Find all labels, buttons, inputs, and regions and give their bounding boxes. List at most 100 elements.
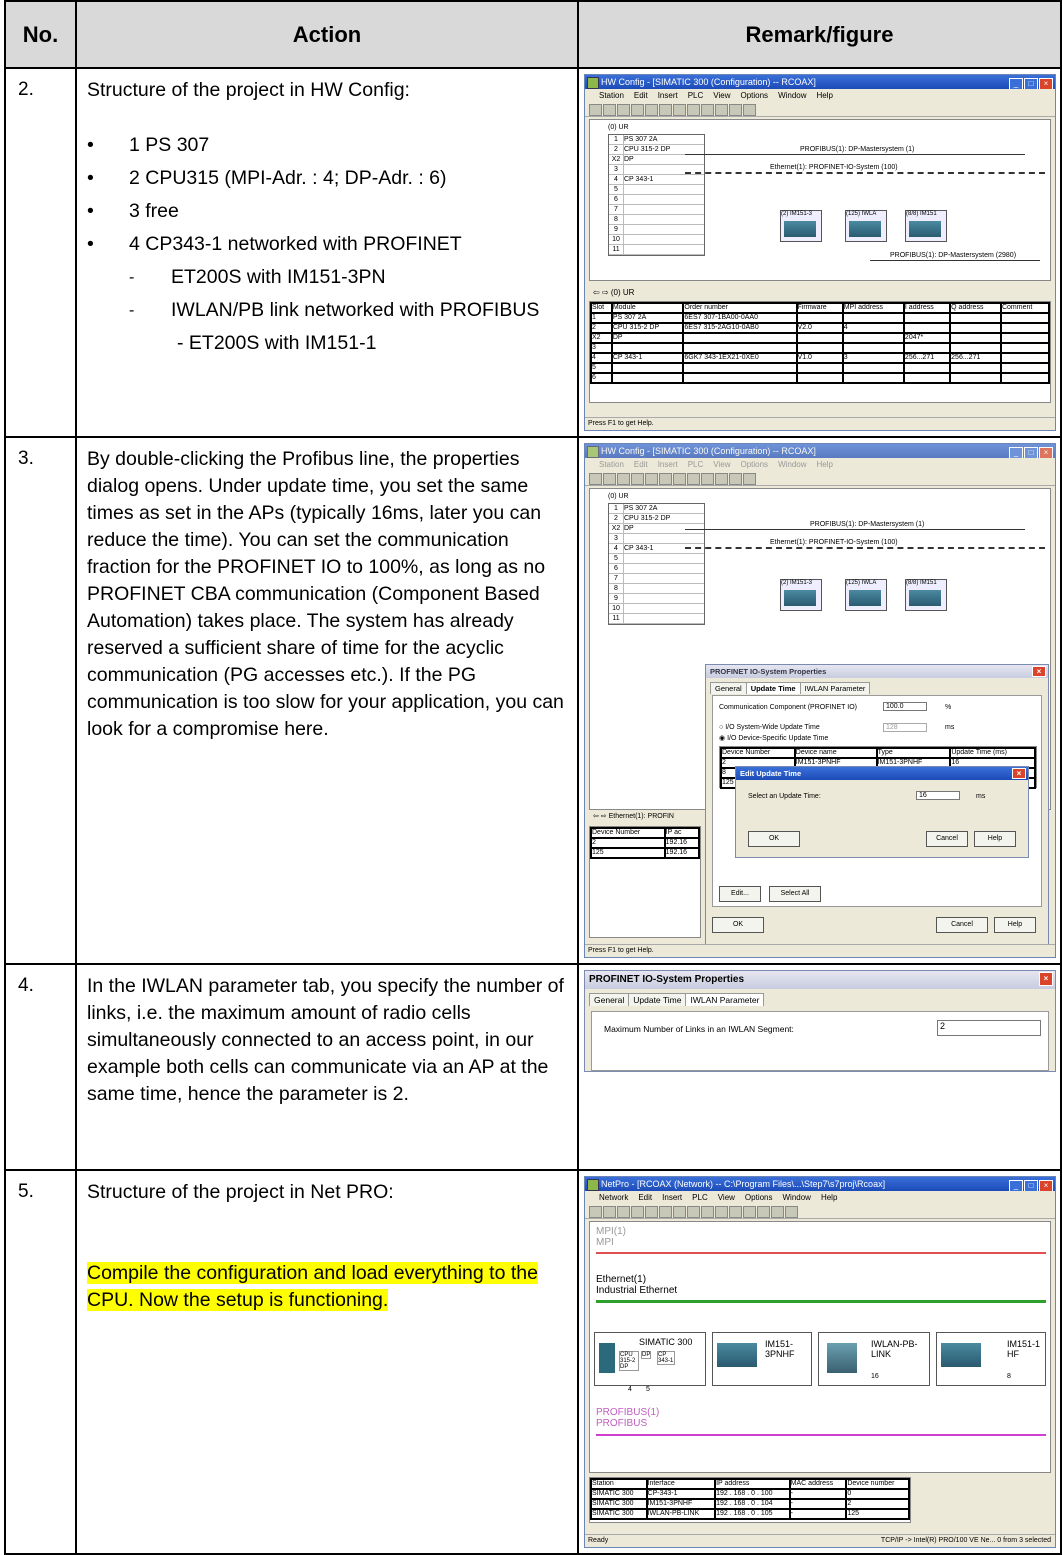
table-row[interactable]: 2 CPU 315-2 DP 6ES7 315-2AG10-0AB0 V2.0 4: [590, 322, 1051, 334]
toolbar-button[interactable]: [631, 1206, 644, 1218]
cancel-button[interactable]: Cancel: [936, 917, 988, 933]
table-row[interactable]: SIMATIC 300 CP-343-1 192 . 168 . 0 . 100-0: [590, 1488, 910, 1500]
toolbar-button[interactable]: [673, 1206, 686, 1218]
toolbar-button[interactable]: [701, 104, 714, 116]
toolbar-button[interactable]: [589, 104, 602, 116]
device-icon[interactable]: (8/8) IM151: [905, 579, 947, 611]
rack-slot[interactable]: 7: [609, 574, 704, 584]
help-button[interactable]: Help: [974, 831, 1016, 847]
device-icon[interactable]: (125) IWLA: [845, 579, 887, 611]
rack-slot[interactable]: 11: [609, 614, 704, 624]
profibus-line[interactable]: [596, 1434, 1046, 1436]
rack-slot[interactable]: 6: [609, 195, 704, 205]
menu-item[interactable]: Edit: [638, 1193, 652, 1202]
toolbar-button[interactable]: [617, 104, 630, 116]
close-icon[interactable]: ×: [1039, 447, 1053, 458]
device-icon[interactable]: (2) IM151-3: [780, 579, 822, 611]
radio-device-specific[interactable]: ◉ I/O Device-Specific Update Time: [719, 734, 828, 742]
menu-item[interactable]: Edit: [634, 460, 648, 469]
rack-slot[interactable]: 9: [609, 225, 704, 235]
radio-system-wide[interactable]: ○ I/O System-Wide Update Time: [719, 724, 820, 731]
table-row[interactable]: 4 CP 343-1 6GK7 343-1EX21-0XE0 V1.0 3 256...2…: [590, 352, 1051, 364]
ok-button[interactable]: OK: [712, 917, 764, 933]
toolbar-button[interactable]: [617, 1206, 630, 1218]
table-row[interactable]: 2 192.16: [590, 837, 701, 849]
toolbar-button[interactable]: [673, 473, 686, 485]
menu-item[interactable]: Help: [817, 91, 833, 100]
menu-item[interactable]: Options: [740, 460, 768, 469]
toolbar-button[interactable]: [631, 473, 644, 485]
tab-general[interactable]: General: [589, 993, 630, 1006]
ethernet-line[interactable]: [685, 547, 1045, 549]
rack-slot[interactable]: 10: [609, 235, 704, 245]
nav-arrows[interactable]: ⇦ ⇨ Ethernet(1): PROFIN: [593, 812, 674, 820]
minimize-icon[interactable]: _: [1009, 1180, 1023, 1191]
rack-slot[interactable]: 1 PS 307 2A: [609, 135, 704, 145]
tab-iwlan[interactable]: IWLAN Parameter: [799, 682, 871, 694]
toolbar-button[interactable]: [589, 1206, 602, 1218]
menu-item[interactable]: Help: [817, 460, 833, 469]
maximize-icon[interactable]: □: [1024, 1180, 1038, 1191]
toolbar-button[interactable]: [785, 1206, 798, 1218]
toolbar-button[interactable]: [715, 104, 728, 116]
select-all-button[interactable]: Select All: [769, 886, 821, 902]
menu-item[interactable]: Window: [778, 91, 806, 100]
tab-update-time[interactable]: Update Time: [745, 682, 801, 694]
menu-item[interactable]: PLC: [688, 91, 704, 100]
minimize-icon[interactable]: _: [1009, 78, 1023, 89]
rack-slot[interactable]: X2 DP: [609, 155, 704, 165]
toolbar-button[interactable]: [687, 1206, 700, 1218]
toolbar-button[interactable]: [603, 1206, 616, 1218]
station-iwlan-pb-link[interactable]: IWLAN-PB-LINK 16: [818, 1332, 930, 1386]
menu-item[interactable]: Window: [778, 460, 806, 469]
toolbar-button[interactable]: [729, 1206, 742, 1218]
toolbar-button[interactable]: [659, 473, 672, 485]
nav-arrows[interactable]: ⇦ ⇨ (0) UR: [593, 288, 634, 297]
max-links-input[interactable]: 2: [937, 1020, 1041, 1036]
toolbar-button[interactable]: [673, 104, 686, 116]
menu-item[interactable]: Station: [599, 91, 624, 100]
toolbar-button[interactable]: [645, 473, 658, 485]
rack-slot[interactable]: 8: [609, 584, 704, 594]
station-simatic300[interactable]: SIMATIC 300 CPU 315-2 DP DP CP 343-1: [594, 1332, 706, 1386]
rack-slot[interactable]: 6: [609, 564, 704, 574]
table-row[interactable]: SIMATIC 300 IWLAN-PB-LINK 192 . 168 . 0 . …: [590, 1508, 910, 1520]
menu-item[interactable]: PLC: [692, 1193, 708, 1202]
rack-slot[interactable]: 4 CP 343-1: [609, 544, 704, 554]
update-time-select[interactable]: 16: [916, 791, 960, 800]
toolbar-button[interactable]: [659, 104, 672, 116]
toolbar-button[interactable]: [645, 1206, 658, 1218]
menu-item[interactable]: Insert: [662, 1193, 682, 1202]
ok-button[interactable]: OK: [748, 831, 800, 847]
close-icon[interactable]: ×: [1039, 972, 1053, 986]
toolbar-button[interactable]: [687, 104, 700, 116]
rack-slot[interactable]: 5: [609, 185, 704, 195]
device-icon[interactable]: (8/8) IM151: [905, 210, 947, 242]
menu-item[interactable]: Insert: [658, 460, 678, 469]
ethernet-line[interactable]: [596, 1300, 1046, 1303]
rack-slot[interactable]: 3: [609, 534, 704, 544]
rack-slot[interactable]: 1 PS 307 2A: [609, 504, 704, 514]
menu-item[interactable]: Options: [745, 1193, 773, 1202]
maximize-icon[interactable]: □: [1024, 78, 1038, 89]
rack-slot[interactable]: 5: [609, 554, 704, 564]
toolbar-button[interactable]: [701, 473, 714, 485]
toolbar-button[interactable]: [715, 473, 728, 485]
menu-item[interactable]: Options: [740, 91, 768, 100]
table-row[interactable]: 5: [590, 362, 1051, 374]
toolbar-button[interactable]: [743, 1206, 756, 1218]
toolbar-button[interactable]: [589, 473, 602, 485]
toolbar-button[interactable]: [617, 473, 630, 485]
toolbar-button[interactable]: [757, 1206, 770, 1218]
rack-slot[interactable]: 11: [609, 245, 704, 255]
toolbar-button[interactable]: [743, 104, 756, 116]
rack-slot[interactable]: 4 CP 343-1: [609, 175, 704, 185]
toolbar-button[interactable]: [729, 104, 742, 116]
maximize-icon[interactable]: □: [1024, 447, 1038, 458]
toolbar-button[interactable]: [701, 1206, 714, 1218]
close-icon[interactable]: ×: [1039, 78, 1053, 89]
close-icon[interactable]: ×: [1032, 666, 1046, 677]
toolbar-button[interactable]: [687, 473, 700, 485]
help-button[interactable]: Help: [994, 917, 1036, 933]
comm-select[interactable]: 100.0: [883, 702, 927, 711]
